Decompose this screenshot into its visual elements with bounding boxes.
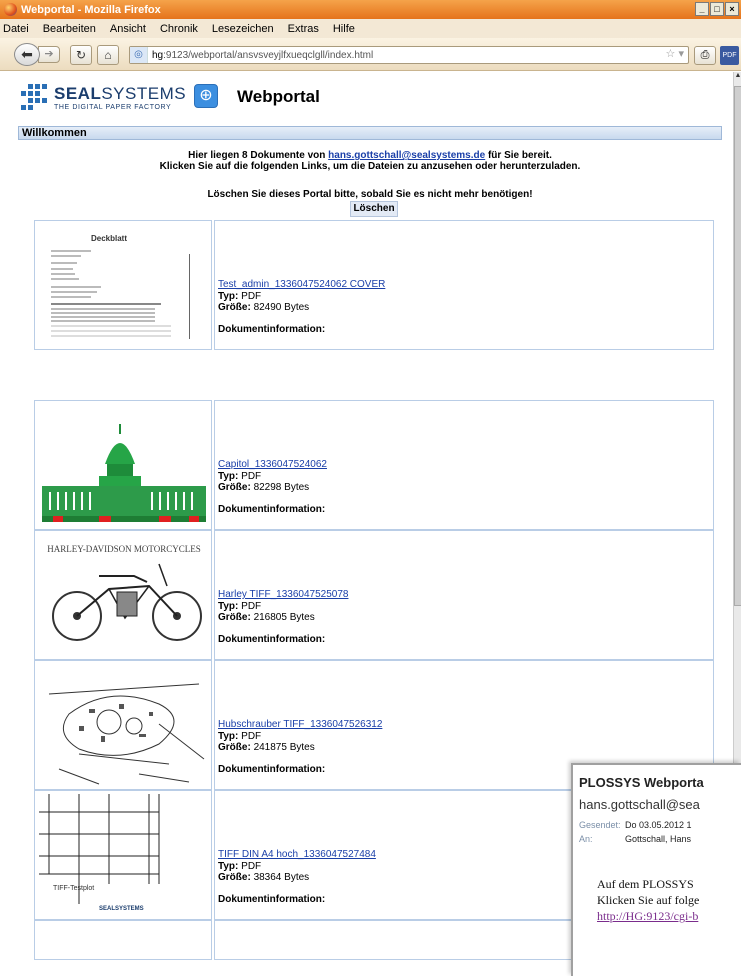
helicopter-drawing-preview [39,664,209,787]
email-preview-window[interactable]: PLOSSYS Webporta hans.gottschall@sea Ges… [571,763,741,976]
document-type: Typ: PDF [218,471,262,482]
minimize-button[interactable]: _ [695,2,709,16]
document-link[interactable]: Harley TIFF_1336047525078 [218,589,348,600]
sealsystems-logo: SEALSYSTEMS THE DIGITAL PAPER FACTORY [18,84,188,118]
url-bar[interactable]: ◎ hg:9123/webportal/ansvsveyjlfxueqclgll… [129,46,689,64]
document-link[interactable]: Capitol_1336047524062 [218,459,327,470]
document-row: HARLEY-DAVIDSON MOTORCYCLES Harley TIFF_… [34,530,714,660]
window-title: Webportal - Mozilla Firefox [21,3,161,16]
print-button[interactable]: ⎙ [694,46,716,65]
email-portal-link[interactable]: http://HG:9123/cgi-b [597,909,698,924]
page-header: SEALSYSTEMS THE DIGITAL PAPER FACTORY ⊕ … [0,72,733,120]
email-sent-row: Gesendet: Do 03.05.2012 1 [579,820,692,830]
menu-bar: Datei Bearbeiten Ansicht Chronik Lesezei… [0,19,741,38]
document-type: Typ: PDF [218,731,262,742]
document-size: Größe: 216805 Bytes [218,612,315,623]
site-identity-icon[interactable]: ◎ [130,47,148,63]
home-button[interactable]: ⌂ [97,45,119,65]
url-host: hg [152,49,164,61]
document-row: Capitol_1336047524062 Typ: PDF Größe: 82… [34,400,714,530]
forward-button[interactable]: ➔ [38,46,60,63]
document-link[interactable]: Test_admin_1336047524062 COVER [218,279,385,290]
tiff-testplot-label: TIFF-Testplot [53,885,94,892]
document-info-label: Dokumentinformation: [218,504,326,515]
brand-name: SEALSYSTEMS [54,84,187,103]
back-forward-group: ➔ ⬅ [14,43,62,66]
document-thumbnail[interactable] [34,400,212,530]
document-type: Typ: PDF [218,291,262,302]
email-subject: PLOSSYS Webporta [579,775,704,790]
email-to-row: An: Gottschall, Hans [579,834,692,844]
menu-datei[interactable]: Datei [3,23,29,35]
scrollbar-thumb[interactable] [734,86,741,606]
menu-bearbeiten[interactable]: Bearbeiten [43,23,96,35]
document-info-label: Dokumentinformation: [218,324,326,335]
page-title: Webportal [237,87,320,106]
reload-button[interactable]: ↻ [70,45,92,65]
document-info: Test_admin_1336047524062 COVER Typ: PDF … [214,220,714,350]
email-sender: hans.gottschall@sea [579,797,700,812]
document-type: Typ: PDF [218,601,262,612]
cover-page-preview: Deckblatt [39,224,209,347]
welcome-bar: Willkommen [18,126,722,140]
document-info: Capitol_1336047524062 Typ: PDF Größe: 82… [214,400,714,530]
tiff-brand-label: SEALSYSTEMS [99,906,144,912]
document-size: Größe: 38364 Bytes [218,872,310,883]
intro-instructions: Klicken Sie auf die folgenden Links, um … [159,161,581,172]
document-link[interactable]: Hubschrauber TIFF_1336047526312 [218,719,382,730]
document-thumbnail[interactable] [34,660,212,790]
menu-extras[interactable]: Extras [288,23,319,35]
document-size: Größe: 82490 Bytes [218,302,310,313]
cover-title: Deckblatt [91,234,128,243]
document-row: Deckblatt Test_admin_1336047524062 COVER… [34,220,714,350]
email-body-line: Klicken Sie auf folge [597,893,700,907]
menu-lesezeichen[interactable]: Lesezeichen [212,23,274,35]
window-controls: _ □ × [695,2,739,16]
url-path: :9123/webportal/ansvsveyjlfxueqclgll/ind… [163,49,374,61]
capitol-drawing-preview [39,404,209,527]
navigation-toolbar: ➔ ⬅ ↻ ⌂ ◎ hg:9123/webportal/ansvsveyjlfx… [0,38,741,71]
firefox-icon [4,3,17,16]
document-size: Größe: 82298 Bytes [218,482,310,493]
logo-grid-icon [18,84,48,114]
document-thumbnail[interactable]: Deckblatt [34,220,212,350]
delete-button[interactable]: Löschen [350,201,398,217]
document-thumbnail[interactable]: TIFF-Testplot SEALSYSTEMS [34,790,212,920]
menu-chronik[interactable]: Chronik [160,23,198,35]
intro-text: Hier liegen 8 Dokumente von hans.gottsch… [159,150,581,172]
document-info: Harley TIFF_1336047525078 Typ: PDF Größe… [214,530,714,660]
document-info-label: Dokumentinformation: [218,634,326,645]
sender-email-link[interactable]: hans.gottschall@sealsystems.de [328,150,485,161]
close-button[interactable]: × [725,2,739,16]
tiff-testplot-preview: TIFF-Testplot SEALSYSTEMS [39,794,209,917]
document-info-label: Dokumentinformation: [218,894,326,905]
menu-ansicht[interactable]: Ansicht [110,23,146,35]
menu-hilfe[interactable]: Hilfe [333,23,355,35]
document-info-label: Dokumentinformation: [218,764,326,775]
delete-notice: Löschen Sie dieses Portal bitte, sobald … [207,189,533,200]
document-size: Größe: 241875 Bytes [218,742,315,753]
pdf-button[interactable]: PDF [720,46,739,65]
document-thumbnail[interactable] [34,920,212,960]
window-titlebar: Webportal - Mozilla Firefox _ □ × [0,0,741,19]
maximize-button[interactable]: □ [710,2,724,16]
harley-drawing-preview: HARLEY-DAVIDSON MOTORCYCLES [39,534,209,657]
globe-icon: ⊕ [194,84,218,108]
document-thumbnail[interactable]: HARLEY-DAVIDSON MOTORCYCLES [34,530,212,660]
brand-tagline: THE DIGITAL PAPER FACTORY [54,104,172,111]
harley-banner-text: HARLEY-DAVIDSON MOTORCYCLES [47,544,200,554]
bookmark-star-icon[interactable]: ☆ ▾ [666,47,684,60]
back-button[interactable]: ⬅ [14,43,40,66]
scroll-up-arrow-icon[interactable]: ▲ [734,72,741,84]
document-type: Typ: PDF [218,861,262,872]
email-body-line: Auf dem PLOSSYS [597,877,694,891]
document-link[interactable]: TIFF DIN A4 hoch_1336047527484 [218,849,376,860]
